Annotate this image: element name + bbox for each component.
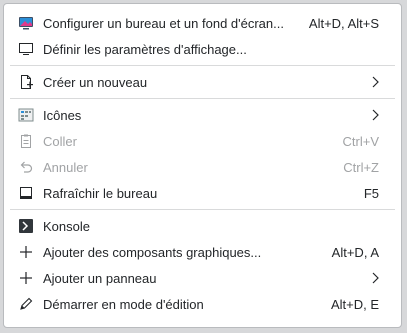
- menu-item-shortcut: Alt+D, A: [331, 244, 379, 260]
- menu-separator: [10, 98, 395, 99]
- menu-item-label: Créer un nouveau: [43, 74, 148, 90]
- menu-item-create-new[interactable]: Créer un nouveau: [4, 69, 401, 95]
- plus-icon: [18, 270, 34, 286]
- menu-item-shortcut: F5: [363, 185, 379, 201]
- menu-item-konsole[interactable]: Konsole: [4, 213, 401, 239]
- chevron-right-icon: [369, 76, 379, 88]
- menu-item-label: Icônes: [43, 107, 82, 123]
- menu-item-label: Définir les paramètres d'affichage...: [43, 41, 247, 57]
- menu-item-configure-desktop[interactable]: Configurer un bureau et un fond d'écran.…: [4, 10, 401, 36]
- menu-item-shortcut: Alt+D, Alt+S: [308, 15, 379, 31]
- menu-item-undo[interactable]: Annuler Ctrl+Z: [4, 154, 401, 180]
- menu-item-label: Annuler: [43, 159, 88, 175]
- desktop-wallpaper-icon: [18, 15, 34, 31]
- undo-icon: [18, 159, 34, 175]
- refresh-desktop-icon: [18, 185, 34, 201]
- menu-item-icons[interactable]: Icônes: [4, 102, 401, 128]
- menu-item-label: Coller: [43, 133, 77, 149]
- menu-item-add-panel[interactable]: Ajouter un panneau: [4, 265, 401, 291]
- menu-item-refresh-desktop[interactable]: Rafraîchir le bureau F5: [4, 180, 401, 206]
- new-document-icon: [18, 74, 34, 90]
- icons-grid-icon: [18, 107, 34, 123]
- menu-separator: [10, 65, 395, 66]
- menu-item-label: Configurer un bureau et un fond d'écran.…: [43, 15, 284, 31]
- menu-item-label: Ajouter des composants graphiques...: [43, 244, 262, 260]
- desktop-context-menu: Configurer un bureau et un fond d'écran.…: [3, 3, 402, 328]
- paste-icon: [18, 133, 34, 149]
- menu-item-paste[interactable]: Coller Ctrl+V: [4, 128, 401, 154]
- menu-item-label: Démarrer en mode d'édition: [43, 296, 204, 312]
- menu-item-label: Rafraîchir le bureau: [43, 185, 158, 201]
- menu-item-shortcut: Ctrl+Z: [343, 159, 379, 175]
- menu-item-label: Ajouter un panneau: [43, 270, 157, 286]
- menu-item-edit-mode[interactable]: Démarrer en mode d'édition Alt+D, E: [4, 291, 401, 317]
- pencil-icon: [18, 296, 34, 312]
- monitor-icon: [18, 41, 34, 57]
- plus-icon: [18, 244, 34, 260]
- menu-item-shortcut: Alt+D, E: [330, 296, 379, 312]
- menu-item-add-widgets[interactable]: Ajouter des composants graphiques... Alt…: [4, 239, 401, 265]
- menu-item-label: Konsole: [43, 218, 90, 234]
- menu-separator: [10, 209, 395, 210]
- menu-item-display-settings[interactable]: Définir les paramètres d'affichage...: [4, 36, 401, 62]
- chevron-right-icon: [369, 272, 379, 284]
- terminal-icon: [18, 218, 34, 234]
- chevron-right-icon: [369, 109, 379, 121]
- menu-item-shortcut: Ctrl+V: [342, 133, 379, 149]
